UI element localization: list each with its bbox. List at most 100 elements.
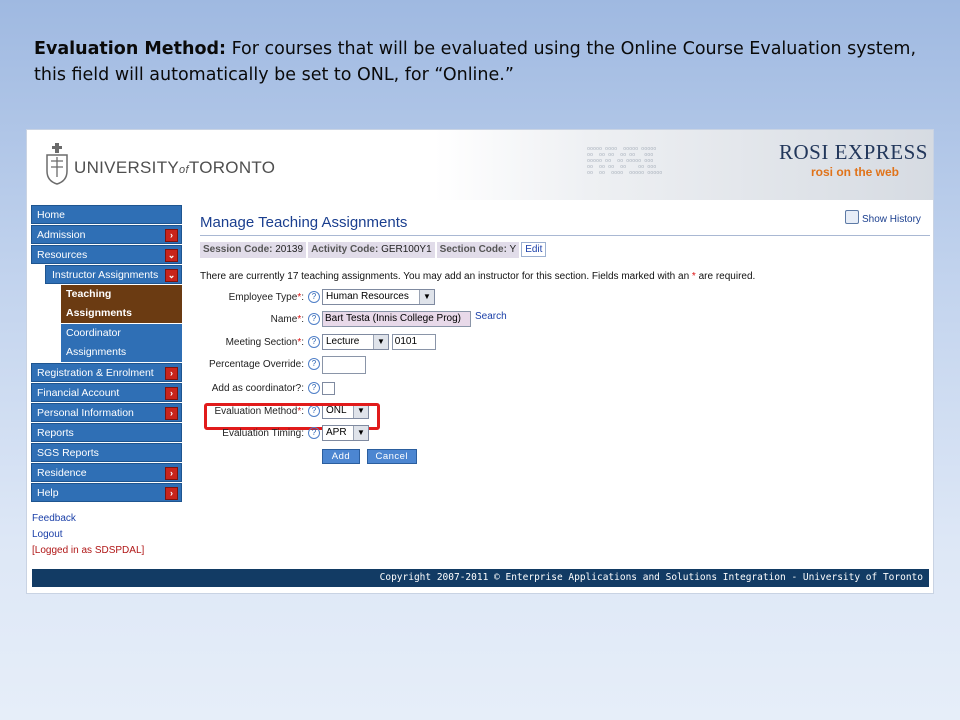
university-of: of xyxy=(179,164,189,176)
expand-arrow-icon[interactable]: › xyxy=(165,367,178,380)
app-subtitle: rosi on the web xyxy=(811,165,900,179)
field-wrapper: Add Cancel xyxy=(322,449,417,464)
title-divider xyxy=(200,235,930,236)
percentage-override-field[interactable] xyxy=(322,356,366,374)
course-codes-bar: Session Code: 20139 Activity Code: GER100… xyxy=(200,242,547,258)
help-icon[interactable]: ? xyxy=(308,358,320,370)
session-code-value: 20139 xyxy=(275,244,304,255)
percentage-override-label: Percentage Override: xyxy=(208,359,304,370)
nav-instructor-assignments[interactable]: Instructor Assignments ⌄ xyxy=(45,265,182,284)
cancel-button[interactable]: Cancel xyxy=(366,449,417,464)
help-icon[interactable]: ? xyxy=(308,427,320,439)
history-icon xyxy=(845,210,859,224)
colon: : xyxy=(301,337,304,348)
expand-arrow-icon[interactable]: › xyxy=(165,407,178,420)
search-link[interactable]: Search xyxy=(475,311,507,322)
session-code: Session Code: 20139 xyxy=(200,242,307,258)
colon: : xyxy=(301,314,304,325)
nav-sgs-reports[interactable]: SGS Reports xyxy=(31,443,182,462)
nav-reports[interactable]: Reports xyxy=(31,423,182,442)
help-icon[interactable]: ? xyxy=(308,291,320,303)
nav-help[interactable]: Help › xyxy=(31,483,182,502)
activity-code-label: Activity Code: xyxy=(311,244,379,255)
nav-label: Help xyxy=(37,487,59,499)
expand-arrow-icon[interactable]: › xyxy=(165,487,178,500)
select-value: APR xyxy=(326,427,347,438)
nav-label: Teaching xyxy=(66,288,112,300)
field-wrapper xyxy=(322,382,335,398)
nav-label: Assignments xyxy=(66,307,132,319)
nav-registration[interactable]: Registration & Enrolment › xyxy=(31,363,182,382)
field-wrapper: Human Resources ▼ xyxy=(322,289,435,305)
nav-label: Assignments xyxy=(66,346,127,358)
employee-type-label: Employee Type*: xyxy=(229,292,304,303)
session-code-label: Session Code: xyxy=(203,244,273,255)
help-icon[interactable]: ? xyxy=(308,313,320,325)
university-left: UNIVERSITY xyxy=(74,158,180,177)
employee-type-select[interactable]: Human Resources ▼ xyxy=(322,289,435,305)
nav-residence[interactable]: Residence › xyxy=(31,463,182,482)
select-value: Lecture xyxy=(326,336,360,347)
section-code-label: Section Code: xyxy=(439,244,507,255)
decorative-text-pattern: ooooo oooo ooooo ooooo oo oo oo oo oo oo… xyxy=(587,146,663,176)
nav-label: Personal Information xyxy=(37,407,134,419)
add-coordinator-label: Add as coordinator?: xyxy=(211,383,304,394)
expand-arrow-icon[interactable]: › xyxy=(165,229,178,242)
coordinator-checkbox[interactable] xyxy=(322,382,335,395)
intro-text: There are currently 17 teaching assignme… xyxy=(200,271,755,282)
nav-financial-account[interactable]: Financial Account › xyxy=(31,383,182,402)
university-name: UNIVERSITYofTORONTO xyxy=(74,158,275,178)
dropdown-arrow-icon: ▼ xyxy=(419,290,434,304)
nav-label: Coordinator xyxy=(66,327,121,339)
colon: : xyxy=(301,292,304,303)
field-wrapper: Bart Testa (Innis College Prog) Search xyxy=(322,311,507,327)
form-buttons: Add Cancel xyxy=(200,449,600,467)
caption-label: Evaluation Method: xyxy=(34,39,227,59)
name-label: Name*: xyxy=(271,314,304,325)
percentage-override-row: Percentage Override: ? xyxy=(200,356,600,374)
section-number-field[interactable]: 0101 xyxy=(391,334,436,350)
dropdown-arrow-icon: ▼ xyxy=(353,426,368,440)
employee-type-row: Employee Type*: ? Human Resources ▼ xyxy=(200,289,600,307)
expand-arrow-icon[interactable]: › xyxy=(165,467,178,480)
activity-code-value: GER100Y1 xyxy=(381,244,432,255)
nav-label: Registration & Enrolment xyxy=(37,367,154,379)
field-wrapper: APR ▼ xyxy=(322,425,369,441)
name-field[interactable]: Bart Testa (Innis College Prog) xyxy=(322,311,471,327)
nav-admission[interactable]: Admission › xyxy=(31,225,182,244)
sidebar-nav: Home Admission › Resources ⌄ Instructor As… xyxy=(31,205,182,503)
nav-home[interactable]: Home xyxy=(31,205,182,224)
feedback-link[interactable]: Feedback xyxy=(32,511,144,527)
nav-label: Admission xyxy=(37,229,86,241)
label-text: Name xyxy=(270,314,298,325)
nav-label: Instructor Assignments xyxy=(52,269,159,281)
show-history-label: Show History xyxy=(862,214,921,225)
nav-coordinator-assignments[interactable]: Coordinator Assignments xyxy=(61,324,182,362)
meeting-section-label: Meeting Section*: xyxy=(226,337,304,348)
page-title: Manage Teaching Assignments xyxy=(200,214,408,231)
add-button[interactable]: Add xyxy=(322,449,360,464)
nav-label: Home xyxy=(37,209,66,221)
meeting-section-select[interactable]: Lecture ▼ xyxy=(322,334,389,350)
intro-main: There are currently 17 teaching assignme… xyxy=(200,271,692,282)
logout-link[interactable]: Logout xyxy=(32,527,144,543)
section-code-value: Y xyxy=(509,244,517,255)
nav-label: Financial Account xyxy=(37,387,120,399)
help-icon[interactable]: ? xyxy=(308,336,320,348)
side-links: Feedback Logout [Logged in as SDSPDAL] xyxy=(32,511,144,559)
show-history-link[interactable]: Show History xyxy=(845,210,921,225)
meeting-section-row: Meeting Section*: ? Lecture ▼ 0101 xyxy=(200,334,600,352)
edit-button[interactable]: Edit xyxy=(521,242,547,257)
uoft-crest-icon xyxy=(46,143,68,185)
collapse-arrow-icon[interactable]: ⌄ xyxy=(165,269,178,282)
evaluation-timing-row: Evaluation Timing: ? APR ▼ xyxy=(200,425,600,443)
nav-teaching-assignments[interactable]: Teaching Assignments xyxy=(61,285,182,323)
collapse-arrow-icon[interactable]: ⌄ xyxy=(165,249,178,262)
name-row: Name*: ? Bart Testa (Innis College Prog)… xyxy=(200,311,600,329)
help-icon[interactable]: ? xyxy=(308,382,320,394)
evaluation-timing-select[interactable]: APR ▼ xyxy=(322,425,369,441)
nav-resources[interactable]: Resources ⌄ xyxy=(31,245,182,264)
nav-personal-information[interactable]: Personal Information › xyxy=(31,403,182,422)
app-title: ROSI EXPRESS xyxy=(779,140,928,164)
expand-arrow-icon[interactable]: › xyxy=(165,387,178,400)
